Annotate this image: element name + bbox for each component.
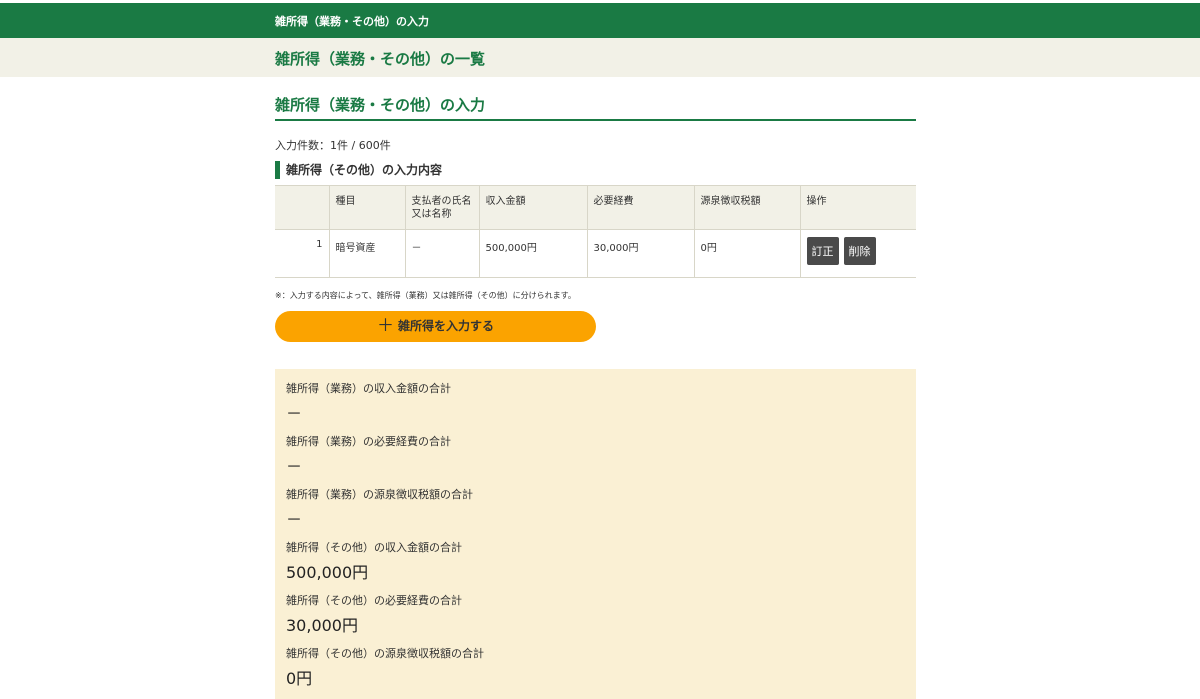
summary-label: 雑所得（業務）の収入金額の合計: [286, 382, 451, 395]
summary-value: －: [286, 404, 303, 423]
entry-count: 入力件数：1件 / 600件: [275, 139, 391, 152]
summary-business-expense: 雑所得（業務）の必要経費の合計 －: [286, 433, 451, 477]
summary-other-expense: 雑所得（その他）の必要経費の合計 30,000円: [286, 592, 462, 636]
add-income-label: 雑所得を入力する: [397, 319, 494, 333]
column-header-actions: 操作: [800, 185, 916, 230]
row-withholding: 0円: [694, 229, 801, 278]
row-type: 暗号資産: [329, 229, 406, 278]
table-row: 1 暗号資産 － 500,000円 30,000円 0円 訂正 削除: [275, 229, 916, 278]
breadcrumb: 雑所得（業務・その他）の一覧: [275, 50, 486, 68]
summary-business-income: 雑所得（業務）の収入金額の合計 －: [286, 380, 451, 424]
row-payer: －: [405, 229, 480, 278]
delete-button[interactable]: 削除: [843, 237, 876, 265]
summary-value: 0円: [286, 669, 313, 688]
edit-button[interactable]: 訂正: [806, 237, 839, 265]
top-header-bar: 雑所得（業務・その他）の入力: [0, 3, 1200, 38]
column-header-type: 種目: [329, 185, 406, 230]
summary-label: 雑所得（その他）の源泉徴収税額の合計: [286, 647, 484, 660]
classification-note: ※：入力する内容によって、雑所得（業務）又は雑所得（その他）に分けられます。: [275, 291, 576, 300]
row-income: 500,000円: [479, 229, 588, 278]
row-number: 1: [275, 229, 330, 278]
summary-other-income: 雑所得（その他）の収入金額の合計 500,000円: [286, 539, 462, 583]
summary-label: 雑所得（その他）の収入金額の合計: [286, 541, 462, 554]
income-table: 種目 支払者の氏名 又は名称 収入金額 必要経費 源泉徴収税額 操作 1 暗号資…: [275, 185, 916, 278]
summary-value: －: [286, 510, 303, 529]
summary-business-withholding: 雑所得（業務）の源泉徴収税額の合計 －: [286, 486, 473, 530]
add-income-button[interactable]: ＋雑所得を入力する: [275, 311, 596, 342]
summary-other-withholding: 雑所得（その他）の源泉徴収税額の合計 0円: [286, 645, 484, 689]
summary-label: 雑所得（その他）の必要経費の合計: [286, 594, 462, 607]
row-expense: 30,000円: [587, 229, 695, 278]
section-title: 雑所得（業務・その他）の入力: [275, 94, 916, 121]
table-heading: 雑所得（その他）の入力内容: [275, 161, 442, 179]
table-header-row: 種目 支払者の氏名 又は名称 収入金額 必要経費 源泉徴収税額 操作: [275, 185, 916, 230]
column-header-withholding: 源泉徴収税額: [694, 185, 801, 230]
column-header-income: 収入金額: [479, 185, 588, 230]
row-actions: 訂正 削除: [800, 229, 916, 278]
summary-label: 雑所得（業務）の必要経費の合計: [286, 435, 451, 448]
column-header-no: [275, 185, 330, 230]
summary-label: 雑所得（業務）の源泉徴収税額の合計: [286, 488, 473, 501]
summary-value: －: [286, 457, 303, 476]
plus-icon: ＋: [376, 316, 394, 336]
summary-panel: 雑所得（業務）の収入金額の合計 － 雑所得（業務）の必要経費の合計 － 雑所得（…: [275, 369, 916, 699]
page-header-title: 雑所得（業務・その他）の入力: [275, 15, 429, 28]
summary-value: 500,000円: [286, 563, 369, 582]
breadcrumb-bar: 雑所得（業務・その他）の一覧: [0, 38, 1200, 77]
column-header-payer: 支払者の氏名 又は名称: [405, 185, 480, 230]
column-header-expense: 必要経費: [587, 185, 695, 230]
summary-value: 30,000円: [286, 616, 358, 635]
